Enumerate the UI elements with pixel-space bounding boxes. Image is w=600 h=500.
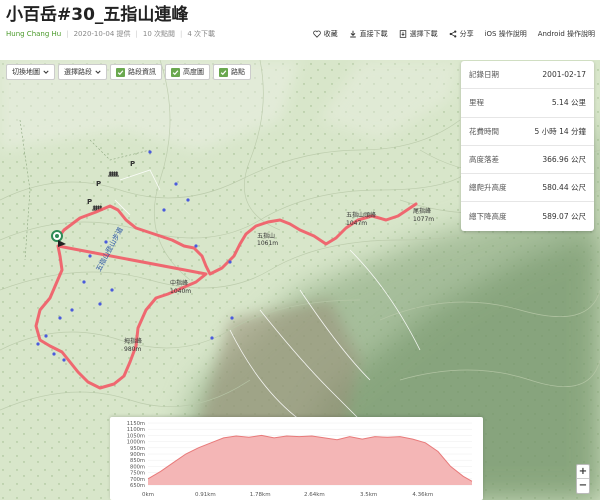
info-value: 589.07 公尺 — [542, 212, 586, 222]
elevation-profile-area — [148, 435, 472, 485]
x-tick-label: 3.5km — [360, 492, 377, 498]
elevation-label: 高度圖 — [183, 68, 204, 76]
heart-icon — [312, 30, 321, 38]
switch-map-label: 切換地圖 — [12, 68, 40, 76]
peak-label: 五指山 — [257, 232, 275, 240]
map-view[interactable]: PPP ᚙᚙ 五指山登山步道 五指山 1061m 五指山頭峰 1047m 中指峰… — [0, 60, 600, 500]
y-tick-label: 650m — [130, 483, 145, 489]
favorite-button[interactable]: 收藏 — [312, 29, 338, 39]
elevation-toggle[interactable]: 高度圖 — [165, 64, 210, 80]
peak-elevation-label: 980m — [124, 346, 141, 353]
switch-map-dropdown[interactable]: 切換地圖 — [6, 64, 55, 80]
info-label: 里程 — [469, 98, 484, 108]
x-tick-label: 0km — [142, 492, 154, 498]
meta-bar: Hung Chang Hu | 2020-10-04 提供 | 10 次點閱 |… — [6, 27, 215, 41]
favorite-label: 收藏 — [323, 29, 338, 38]
y-tick-label: 900m — [130, 452, 145, 458]
peak-elevation-label: 1047m — [346, 220, 367, 227]
svg-text:P: P — [96, 180, 101, 188]
file-download-icon — [399, 29, 406, 38]
separator: | — [66, 30, 69, 38]
waypoints-toggle[interactable]: 路點 — [213, 64, 251, 80]
direct-download-label: 直接下載 — [359, 29, 388, 38]
page-title: 小百岳#30_五指山連峰 — [6, 5, 189, 25]
chevron-down-icon — [95, 70, 101, 74]
x-tick-label: 1.78km — [250, 492, 271, 498]
separator: | — [135, 30, 138, 38]
info-row-record-date: 記錄日期 2001-02-17 — [461, 61, 594, 90]
y-tick-label: 1100m — [127, 427, 145, 433]
info-value: 580.44 公尺 — [542, 183, 586, 193]
y-tick-label: 1050m — [127, 433, 145, 439]
date-text: 2020-10-04 提供 — [73, 30, 131, 38]
select-route-label: 選擇路段 — [64, 68, 92, 76]
map-toolbar: 切換地圖 選擇路段 路段資訊 高度圖 路點 — [6, 64, 251, 80]
x-tick-label: 2.64km — [304, 492, 325, 498]
android-help-link[interactable]: Android 操作說明 — [538, 29, 595, 39]
y-tick-label: 700m — [130, 477, 145, 483]
select-download-button[interactable]: 選擇下載 — [399, 29, 438, 39]
zoom-out-button[interactable]: − — [577, 479, 589, 493]
info-value: 366.96 公尺 — [542, 155, 586, 165]
elevation-chart-svg: 1150m1100m1050m1000m950m900m850m800m750m… — [127, 421, 473, 498]
zoom-control: + − — [576, 464, 590, 494]
waypoints-label: 路點 — [231, 68, 245, 76]
share-label: 分享 — [459, 29, 474, 38]
checkbox-checked-icon — [219, 67, 228, 77]
info-value: 2001-02-17 — [542, 70, 586, 80]
android-help-label: Android 操作說明 — [537, 29, 595, 38]
svg-text:P: P — [130, 160, 135, 168]
info-row-total-descent: 總下降高度 589.07 公尺 — [461, 202, 594, 230]
y-tick-label: 950m — [130, 446, 145, 452]
separator: | — [180, 30, 183, 38]
info-value: 5.14 公里 — [551, 98, 586, 108]
y-tick-label: 750m — [130, 471, 145, 477]
svg-text:ᚙ: ᚙ — [107, 171, 119, 180]
select-download-label: 選擇下載 — [409, 29, 438, 38]
x-tick-label: 4.36km — [412, 492, 433, 498]
share-button[interactable]: 分享 — [449, 29, 474, 39]
peak-label: 五指山頭峰 — [346, 211, 376, 219]
download-icon — [349, 30, 356, 37]
y-tick-label: 800m — [130, 464, 145, 470]
checkbox-checked-icon — [171, 67, 180, 77]
info-label: 總下降高度 — [469, 212, 507, 222]
info-label: 高度落差 — [469, 155, 499, 165]
info-row-distance: 里程 5.14 公里 — [461, 89, 594, 118]
y-tick-label: 1000m — [127, 440, 145, 446]
info-label: 總爬升高度 — [469, 183, 507, 193]
y-tick-label: 850m — [130, 458, 145, 464]
downloads-text: 4 次下載 — [187, 30, 216, 38]
ios-help-label: iOS 操作說明 — [484, 29, 527, 38]
clicks-text: 10 次點閱 — [142, 30, 175, 38]
zoom-in-button[interactable]: + — [577, 465, 589, 479]
y-tick-label: 1150m — [127, 421, 145, 427]
info-row-total-ascent: 總爬升高度 580.44 公尺 — [461, 174, 594, 203]
info-row-elevation-diff: 高度落差 366.96 公尺 — [461, 146, 594, 175]
checkbox-checked-icon — [116, 67, 125, 77]
info-row-duration: 花費時間 5 小時 14 分鐘 — [461, 118, 594, 146]
peak-label: 拇指峰 — [124, 337, 142, 345]
peak-label: 中指峰 — [170, 279, 188, 287]
svg-text:P: P — [87, 198, 92, 206]
peak-elevation-label: 1077m — [413, 216, 434, 223]
info-value: 5 小時 14 分鐘 — [534, 126, 586, 136]
ios-help-link[interactable]: iOS 操作說明 — [485, 29, 527, 39]
select-route-dropdown[interactable]: 選擇路段 — [58, 64, 107, 80]
route-info-toggle[interactable]: 路段資訊 — [110, 64, 162, 80]
direct-download-button[interactable]: 直接下載 — [349, 29, 388, 39]
actions-bar: 收藏 直接下載 選擇下載 分享 iOS 操作說明 Android 操作說明 — [312, 26, 595, 41]
share-icon — [449, 29, 456, 38]
author-link[interactable]: Hung Chang Hu — [6, 30, 61, 38]
route-info-label: 路段資訊 — [128, 68, 156, 76]
info-label: 花費時間 — [469, 126, 499, 136]
peak-label: 尾指峰 — [413, 207, 431, 215]
peak-elevation-label: 1061m — [257, 240, 278, 247]
route-info-panel: 記錄日期 2001-02-17 里程 5.14 公里 花費時間 5 小時 14 分鐘 … — [461, 61, 594, 231]
elevation-chart[interactable]: 1150m 1100m 1050m 1000m 950m 900m 850m 800m 750m… — [110, 417, 483, 500]
x-tick-label: 0.91km — [195, 492, 216, 498]
info-label: 記錄日期 — [469, 70, 499, 80]
peak-elevation-label: 1040m — [170, 288, 191, 295]
chevron-down-icon — [43, 70, 49, 74]
